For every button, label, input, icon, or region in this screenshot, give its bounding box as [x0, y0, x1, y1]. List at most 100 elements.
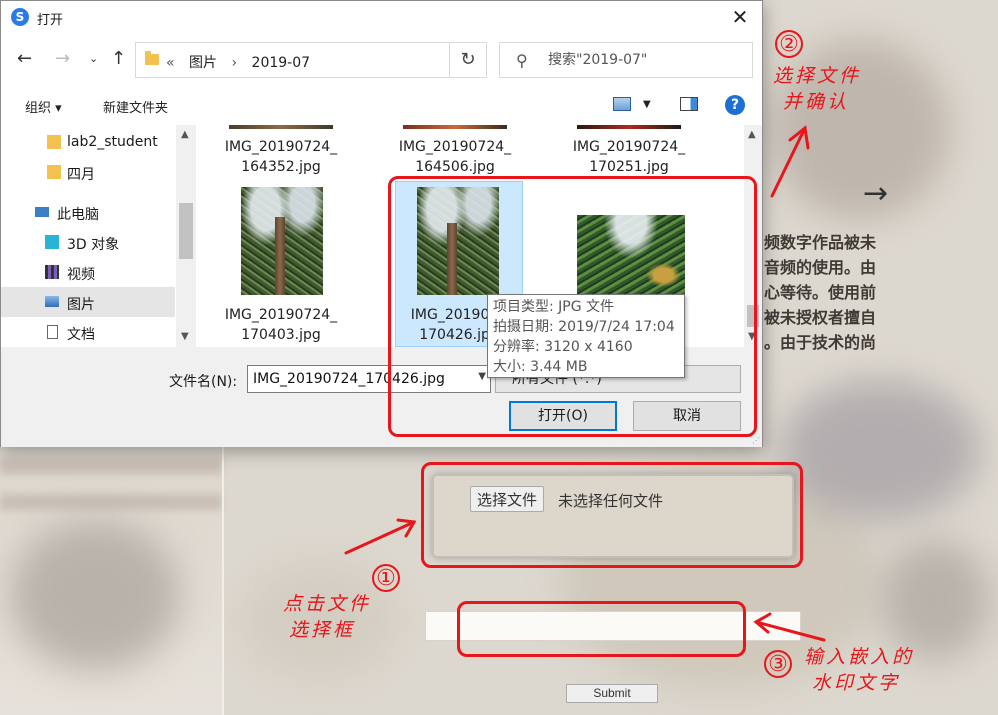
file-name-line: 170403.jpg: [241, 327, 321, 343]
organize-menu[interactable]: 组织 ▾: [25, 97, 62, 116]
bg-blur: [10, 520, 180, 670]
article-line: 心等待。使用前: [764, 283, 877, 302]
scroll-down-icon[interactable]: ▼: [181, 331, 189, 342]
navigation-row: ← → ⌄ ↑ « 图片 › 2019-07 ↻ ⚲: [1, 39, 762, 83]
bg-blur: [780, 380, 980, 520]
close-icon[interactable]: ✕: [726, 4, 754, 30]
nav-item-videos[interactable]: 视频: [1, 257, 175, 287]
filename-label: 文件名(N):: [169, 374, 238, 390]
nav-item-label: 四月: [67, 167, 95, 183]
annotation-text-step1: 点击文件 选择框: [283, 591, 371, 643]
file-name-line: 164506.jpg: [415, 159, 495, 175]
dialog-titlebar: S 打开 ✕: [1, 1, 762, 33]
refresh-icon[interactable]: ↻: [449, 43, 486, 77]
nav-item-lab2-student[interactable]: lab2_student: [1, 127, 175, 157]
breadcrumb-item[interactable]: 图片: [189, 55, 217, 71]
view-options-icon[interactable]: [613, 97, 631, 111]
annotation-line: 点击文件: [283, 593, 372, 615]
nav-item-label: 视频: [67, 267, 95, 283]
bg-bar: [0, 494, 222, 510]
file-thumbnail[interactable]: [229, 125, 333, 129]
submit-button[interactable]: Submit: [566, 684, 658, 703]
annotation-box-upload: [421, 462, 803, 568]
annotation-line: 并确认: [783, 91, 850, 113]
recent-locations-chevron-icon[interactable]: ⌄: [89, 49, 98, 69]
article-line: 频数字作品被未: [764, 233, 877, 252]
dialog-toolbar: 组织 ▾ 新建文件夹 ▼ ?: [1, 87, 762, 123]
nav-item-label: 图片: [67, 297, 95, 313]
annotation-number-3: ③: [764, 650, 792, 678]
annotation-number-2: ②: [775, 30, 803, 58]
sogou-icon: S: [11, 8, 29, 26]
annotation-line: 选择文件: [773, 65, 862, 87]
nav-item-label: 3D 对象: [67, 237, 120, 253]
file-item-164352[interactable]: IMG_20190724_ 164352.jpg: [201, 137, 361, 177]
annotation-line: 输入嵌入的: [804, 646, 915, 668]
annotation-text-step3: 输入嵌入的 水印文字: [804, 644, 914, 696]
nav-item-this-pc[interactable]: 此电脑: [1, 197, 175, 227]
video-icon: [45, 265, 59, 279]
file-name-line: IMG_20190724_: [572, 139, 686, 155]
file-thumbnail[interactable]: [577, 125, 681, 129]
file-item-170251[interactable]: IMG_20190724_ 170251.jpg: [549, 137, 709, 177]
breadcrumb: « 图片 › 2019-07: [166, 52, 320, 72]
nav-item-documents[interactable]: 文档: [1, 317, 175, 347]
help-icon[interactable]: ?: [725, 95, 745, 115]
file-name-line: 164352.jpg: [241, 159, 321, 175]
file-item-164506[interactable]: IMG_20190724_ 164506.jpg: [375, 137, 535, 177]
article-line: 。由于技术的尚: [764, 333, 877, 352]
article-line: 音频的使用。由: [764, 258, 877, 277]
folder-icon: [47, 135, 61, 149]
resize-grip-icon[interactable]: ⋰: [752, 436, 760, 445]
pictures-icon: [45, 296, 59, 307]
chevron-right-icon[interactable]: ›: [231, 55, 237, 71]
forward-arrow-icon[interactable]: →: [55, 49, 70, 69]
folder-icon: [145, 51, 159, 65]
annotation-box-watermark: [457, 601, 746, 657]
scroll-up-icon[interactable]: ▲: [748, 129, 756, 140]
search-icon: ⚲: [516, 51, 528, 70]
new-folder-button[interactable]: 新建文件夹: [103, 97, 168, 116]
up-arrow-icon[interactable]: ↑: [111, 49, 126, 69]
preview-pane-icon[interactable]: [680, 97, 698, 111]
view-dropdown-chevron-icon[interactable]: ▼: [643, 99, 651, 110]
file-thumbnail[interactable]: [403, 125, 507, 129]
thumbnail-detail: [275, 217, 285, 295]
file-name-line: IMG_20190724_: [398, 139, 512, 155]
back-arrow-icon[interactable]: ←: [17, 49, 32, 69]
breadcrumb-item[interactable]: 2019-07: [252, 55, 311, 71]
annotation-number-1: ①: [372, 564, 400, 592]
scrollbar-thumb[interactable]: [179, 203, 193, 259]
document-icon: [47, 325, 58, 339]
file-item-170403[interactable]: IMG_20190724_ 170403.jpg: [201, 305, 361, 345]
search-input[interactable]: [548, 50, 744, 70]
nav-pane-scrollbar[interactable]: ▲ ▼: [176, 125, 196, 347]
bg-blur: [880, 540, 990, 660]
folder-icon: [47, 165, 61, 179]
nav-item-label: lab2_student: [67, 134, 158, 150]
annotation-box-dialog: [388, 176, 757, 437]
file-name-line: IMG_20190724_: [224, 307, 338, 323]
3d-objects-icon: [45, 235, 59, 249]
scroll-up-icon[interactable]: ▲: [181, 129, 189, 140]
bg-divider: [222, 440, 224, 715]
navigation-pane: lab2_student 四月 此电脑 3D 对象 视频 图片 文档: [1, 125, 197, 347]
nav-item-label: 文档: [67, 327, 95, 343]
dialog-title: 打开: [37, 13, 64, 28]
nav-item-pictures[interactable]: 图片: [1, 287, 175, 317]
nav-item-april[interactable]: 四月: [1, 157, 175, 187]
computer-icon: [35, 207, 49, 217]
nav-item-label: 此电脑: [57, 207, 99, 223]
file-thumbnail[interactable]: [241, 187, 323, 295]
breadcrumb-overflow[interactable]: «: [166, 55, 175, 71]
file-name-line: 170251.jpg: [589, 159, 669, 175]
nav-item-3d-objects[interactable]: 3D 对象: [1, 227, 175, 257]
address-bar[interactable]: « 图片 › 2019-07 ↻: [135, 42, 487, 78]
annotation-text-step2: 选择文件 并确认: [773, 63, 861, 115]
annotation-line: 选择框: [289, 619, 356, 641]
file-name-line: IMG_20190724_: [224, 139, 338, 155]
background-article-text: 频数字作品被未 音频的使用。由 心等待。使用前 被未授权者擅自 。由于技术的尚: [764, 230, 898, 355]
right-arrow-icon: →: [863, 176, 889, 211]
annotation-line: 水印文字: [812, 672, 901, 694]
search-box[interactable]: ⚲: [499, 42, 753, 78]
